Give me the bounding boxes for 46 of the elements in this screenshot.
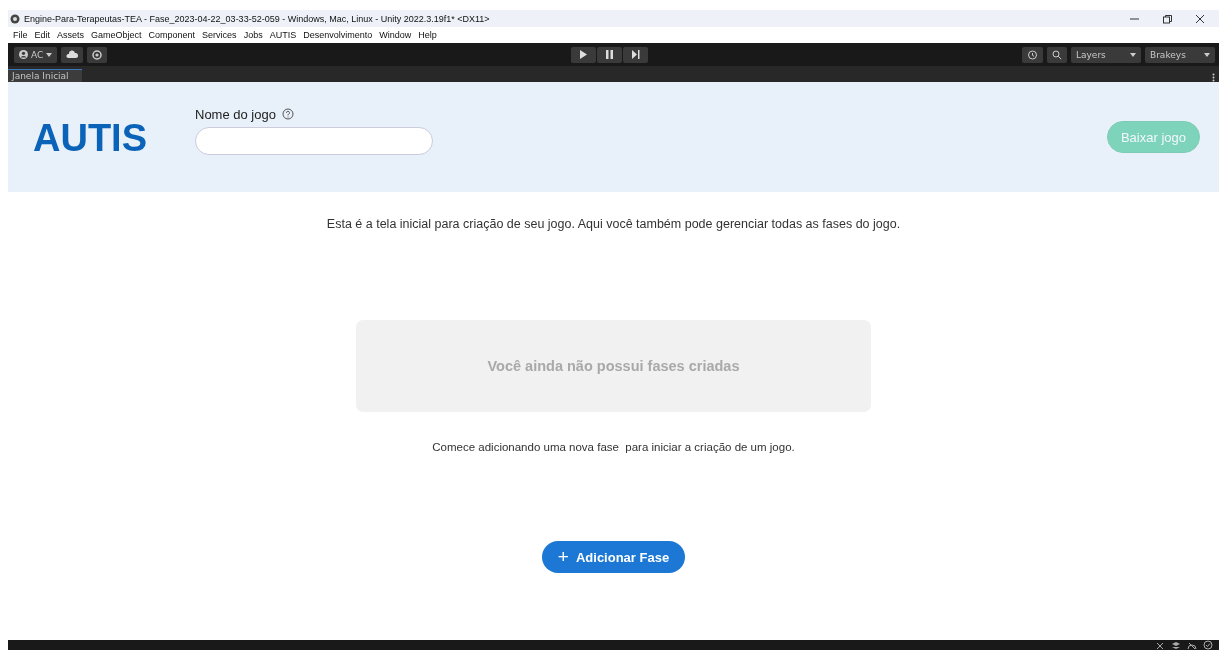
menu-item[interactable]: AUTIS [269, 30, 297, 40]
menu-item[interactable]: Help [418, 30, 437, 40]
empty-state-text: Você ainda não possui fases criadas [487, 358, 740, 374]
add-phase-button[interactable]: + Adicionar Fase [541, 541, 686, 573]
close-icon[interactable] [1195, 13, 1205, 24]
play-button[interactable] [571, 46, 597, 63]
caret-icon [1204, 52, 1210, 57]
menu-item[interactable]: Assets [57, 30, 85, 40]
step-button[interactable] [623, 46, 649, 63]
check-circle-icon[interactable] [1203, 640, 1213, 650]
pause-button[interactable] [597, 46, 623, 63]
account-dropdown[interactable]: AC [14, 46, 58, 63]
user-icon [19, 50, 28, 59]
menu-item[interactable]: Window [379, 30, 412, 40]
search-icon [1052, 49, 1062, 60]
search-button[interactable] [1047, 46, 1067, 63]
menu-item[interactable]: Desenvolvimento [303, 30, 373, 40]
hint-text: Comece adicionando uma nova fase para iniciar a criação de um jogo. [432, 441, 795, 453]
pause-icon [606, 50, 614, 59]
menu-item[interactable]: Edit [34, 30, 51, 40]
app-logo: AUTIS [33, 116, 148, 160]
field-label: Nome do jogo [195, 106, 276, 122]
menu-item[interactable]: File [13, 30, 28, 40]
play-icon [580, 50, 588, 59]
intro-text: Esta é a tela inicial para criação de seu jogo. Aqui você também pode gerenciar todas as fases do jogo. [326, 217, 901, 231]
settings-button[interactable] [87, 46, 108, 63]
restore-icon[interactable] [1162, 13, 1173, 24]
layers-icon[interactable] [1171, 640, 1181, 650]
more-options-icon[interactable] [1212, 73, 1215, 82]
help-icon [281, 108, 294, 120]
history-button[interactable] [1022, 46, 1043, 63]
game-name-field[interactable] [195, 126, 433, 155]
cloud-button[interactable] [61, 46, 84, 63]
caret-icon [1130, 52, 1136, 57]
menu-item[interactable]: Jobs [243, 30, 263, 40]
caret-icon [46, 52, 53, 57]
menu-item[interactable]: GameObject [91, 30, 142, 40]
cloud-icon [66, 50, 79, 59]
layout-dropdown[interactable]: Brakeys [1145, 46, 1215, 63]
menu-item[interactable]: Services [202, 30, 237, 40]
step-icon [631, 50, 640, 59]
menu-item[interactable]: Component [148, 30, 196, 40]
window-title: Engine-Para-Terapeutas-TEA - Fase_2023-04-22_03-33-52-059 - Windows, Mac, Linux - Unity 2022.3.19f1* <DX11> [24, 13, 490, 24]
layers-dropdown[interactable]: Layers [1071, 46, 1141, 63]
tab[interactable]: Janela Inicial [8, 69, 82, 82]
history-icon [1027, 49, 1038, 60]
